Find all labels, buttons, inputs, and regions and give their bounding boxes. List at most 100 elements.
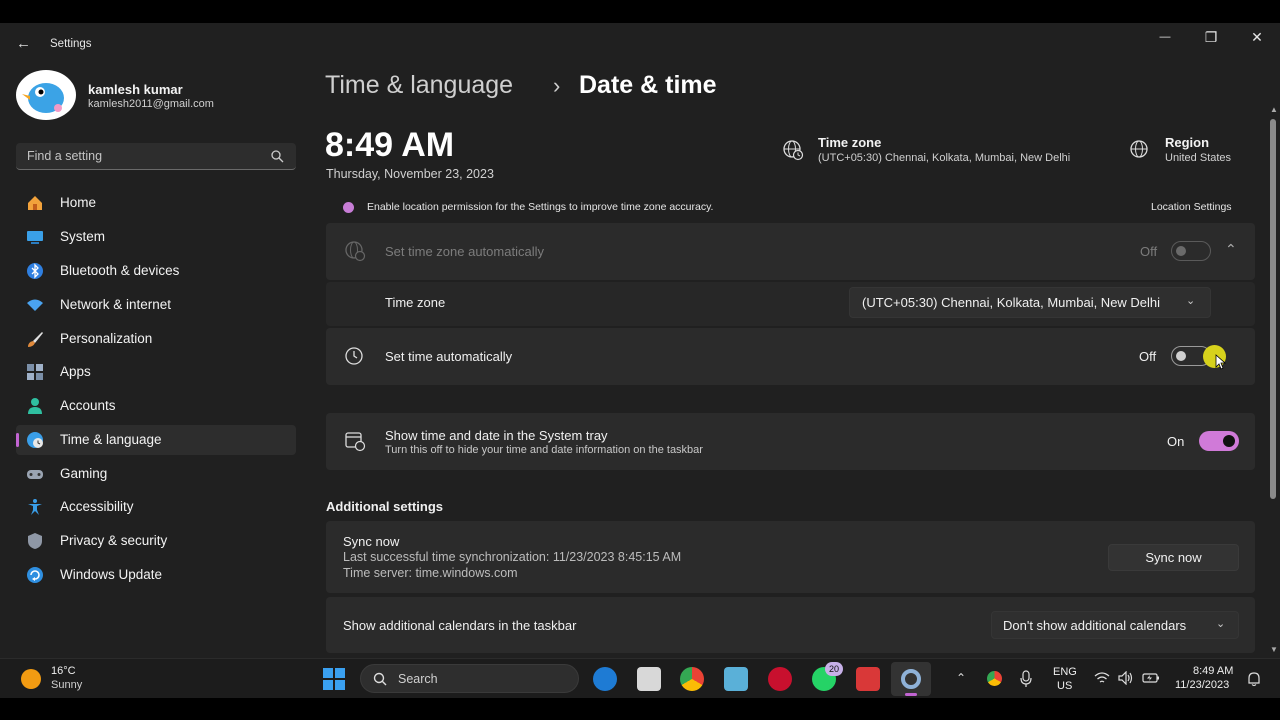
sidebar-item-label: Privacy & security	[60, 533, 168, 548]
sidebar-item-label: Time & language	[60, 432, 162, 447]
set-time-auto-label: Set time automatically	[385, 349, 513, 364]
taskbar: 16°C Sunny Search 20 ⌃ ENG US 8:49 AM 11…	[0, 658, 1280, 698]
timezone-value: (UTC+05:30) Chennai, Kolkata, Mumbai, Ne…	[818, 152, 1071, 164]
weather-condition[interactable]: Sunny	[51, 679, 82, 691]
sidebar-item-label: Personalization	[60, 331, 153, 346]
globe-clock-icon	[27, 432, 43, 448]
search-input[interactable]: Find a setting	[27, 149, 102, 163]
taskbar-search[interactable]: Search	[360, 664, 579, 693]
calendars-label: Show additional calendars in the taskbar	[343, 618, 577, 633]
sidebar-item-personalization[interactable]: Personalization	[16, 324, 296, 354]
remote-desktop-icon[interactable]	[724, 667, 748, 691]
location-notice: Enable location permission for the Setti…	[367, 201, 714, 213]
system-icon	[27, 231, 43, 244]
accounts-icon	[28, 398, 42, 414]
file-explorer-icon[interactable]	[637, 667, 661, 691]
last-sync-text: Last successful time synchronization: 11…	[343, 550, 682, 564]
profile-email: kamlesh2011@gmail.com	[88, 98, 214, 110]
set-time-auto-card: Set time automatically Off	[326, 328, 1255, 385]
shield-icon	[28, 533, 42, 549]
set-timezone-auto-label: Set time zone automatically	[385, 244, 544, 259]
sidebar-item-network[interactable]: Network & internet	[16, 290, 296, 320]
sidebar-item-label: Bluetooth & devices	[60, 263, 180, 278]
show-tray-state: On	[1167, 434, 1185, 449]
sidebar-item-accessibility[interactable]: Accessibility	[16, 492, 296, 522]
sidebar-item-windows-update[interactable]: Windows Update	[16, 560, 296, 590]
calendars-dropdown-value: Don't show additional calendars	[1003, 618, 1187, 633]
time-server-text: Time server: time.windows.com	[343, 566, 518, 580]
sidebar-item-bluetooth[interactable]: Bluetooth & devices	[16, 256, 296, 286]
avatar[interactable]	[16, 70, 76, 120]
show-tray-toggle[interactable]	[1199, 431, 1239, 451]
sync-card: Sync now Last successful time synchroniz…	[326, 521, 1255, 593]
screen-recorder-icon[interactable]	[856, 667, 880, 691]
app-title: Settings	[50, 38, 92, 50]
clock-icon	[345, 347, 363, 365]
sidebar-item-apps[interactable]: Apps	[16, 357, 296, 387]
start-icon[interactable]	[323, 668, 345, 690]
scroll-down-icon[interactable]: ▼	[1270, 645, 1278, 654]
close-button[interactable]: ✕	[1234, 23, 1280, 51]
language-line2[interactable]: US	[1057, 680, 1072, 692]
weather-temp[interactable]: 16°C	[51, 665, 76, 677]
battery-icon[interactable]	[1142, 671, 1160, 685]
home-icon	[28, 196, 42, 210]
timezone-dropdown-value: (UTC+05:30) Chennai, Kolkata, Mumbai, Ne…	[862, 295, 1161, 310]
wifi-icon	[27, 299, 43, 311]
taskbar-date[interactable]: 11/23/2023	[1175, 679, 1229, 691]
chevron-down-icon: ⌄	[1186, 295, 1196, 307]
taskbar-time[interactable]: 8:49 AM	[1193, 665, 1233, 677]
calendars-dropdown[interactable]: Don't show additional calendars ⌄	[991, 611, 1239, 639]
notification-icon[interactable]	[1247, 671, 1261, 687]
active-indicator	[16, 433, 19, 447]
set-timezone-auto-state: Off	[1140, 244, 1158, 259]
show-tray-label: Show time and date in the System tray	[385, 428, 608, 443]
timezone-globe-icon	[783, 140, 804, 161]
minimize-button[interactable]: —	[1142, 23, 1188, 51]
search-box[interactable]: Find a setting	[16, 143, 296, 170]
wifi-icon[interactable]	[1094, 671, 1110, 685]
scrollbar-thumb[interactable]	[1270, 119, 1276, 499]
region-value: United States	[1165, 152, 1232, 164]
sidebar-item-gaming[interactable]: Gaming	[16, 459, 296, 489]
microphone-icon[interactable]	[1020, 670, 1032, 688]
maximize-button[interactable]: ❐	[1188, 23, 1234, 51]
sync-now-button[interactable]: Sync now	[1108, 544, 1239, 571]
tray-calendar-icon	[345, 432, 366, 452]
timezone-title: Time zone	[818, 135, 882, 150]
apps-icon	[27, 364, 43, 380]
breadcrumb-parent[interactable]: Time & language	[325, 71, 513, 100]
sun-icon[interactable]	[21, 669, 41, 689]
accessibility-icon	[28, 499, 42, 515]
scroll-up-icon[interactable]: ▲	[1270, 105, 1278, 114]
active-app-indicator	[905, 693, 917, 696]
chevron-up-icon[interactable]: ⌃	[1225, 241, 1237, 258]
huawei-icon[interactable]	[768, 667, 792, 691]
tray-chrome-icon[interactable]	[987, 671, 1002, 686]
set-timezone-auto-card: Set time zone automatically Off ⌃	[326, 223, 1255, 280]
settings-taskbar-button[interactable]	[891, 662, 931, 696]
chrome-icon[interactable]	[680, 667, 704, 691]
breadcrumb-separator: ›	[553, 73, 561, 98]
timezone-dropdown[interactable]: (UTC+05:30) Chennai, Kolkata, Mumbai, Ne…	[849, 287, 1211, 318]
location-settings-link[interactable]: Location Settings	[1151, 201, 1232, 213]
set-timezone-auto-toggle[interactable]	[1171, 241, 1211, 261]
sidebar-item-label: Gaming	[60, 466, 108, 481]
sync-title: Sync now	[343, 534, 400, 549]
back-icon[interactable]: ←	[16, 35, 31, 52]
edge-beta-icon[interactable]	[593, 667, 617, 691]
current-time: 8:49 AM	[325, 126, 455, 164]
sidebar-item-system[interactable]: System	[16, 222, 296, 252]
show-tray-card: Show time and date in the System tray Tu…	[326, 413, 1255, 470]
sidebar-item-time-language[interactable]: Time & language	[16, 425, 296, 455]
search-icon[interactable]	[270, 149, 284, 168]
sidebar-item-accounts[interactable]: Accounts	[16, 391, 296, 421]
tray-overflow-icon[interactable]: ⌃	[956, 671, 966, 685]
settings-window: ← Settings — ❐ ✕ kamlesh kumar kamlesh20…	[0, 23, 1280, 658]
volume-icon[interactable]	[1118, 671, 1134, 685]
sidebar-item-home[interactable]: Home	[16, 188, 296, 218]
sidebar-item-privacy[interactable]: Privacy & security	[16, 526, 296, 556]
language-line1[interactable]: ENG	[1053, 666, 1077, 678]
set-time-auto-state: Off	[1139, 349, 1157, 364]
sidebar-item-label: Accounts	[60, 398, 116, 413]
